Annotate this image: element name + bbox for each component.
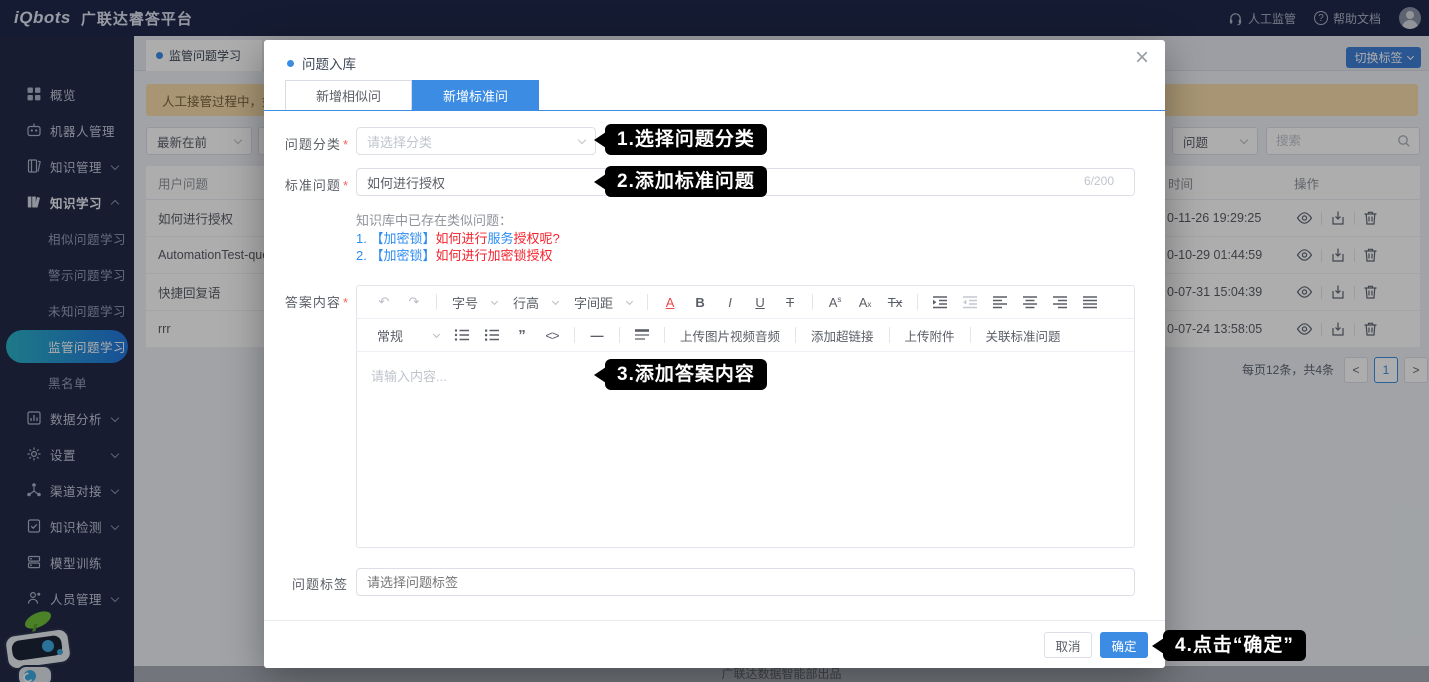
modal-footer-divider <box>264 620 1165 621</box>
indent-decrease-icon[interactable] <box>960 295 980 309</box>
cancel-button[interactable]: 取消 <box>1044 632 1092 658</box>
code-icon[interactable]: <> <box>542 328 562 343</box>
link-standard-question-button[interactable]: 关联标准问题 <box>986 326 1061 345</box>
modal-title: 问题入库 <box>287 53 356 73</box>
horizontal-rule-icon[interactable]: — <box>587 328 607 343</box>
question-tags-label: 问题标签 <box>282 574 348 593</box>
upload-attachment-button[interactable]: 上传附件 <box>905 326 955 345</box>
bullet-list-icon[interactable] <box>452 328 472 342</box>
paragraph-style-icon[interactable] <box>632 329 652 341</box>
answer-content-label: 答案内容* <box>282 292 348 311</box>
callout-step4: 4.点击“确定” <box>1163 630 1306 661</box>
similar-hint-title: 知识库中已存在类似问题： <box>356 212 560 230</box>
similar-question-link[interactable]: 2. 【加密锁】如何进行加密锁授权 <box>356 247 560 265</box>
superscript-button[interactable]: As <box>825 295 845 310</box>
ordered-list-icon[interactable] <box>482 328 502 342</box>
question-tags-input[interactable] <box>356 568 1135 596</box>
app: iQbots 广联达睿答平台 人工监管 ? 帮助文档 概览 机器人管理 知识管理 <box>0 0 1429 682</box>
callout-step3: 3.添加答案内容 <box>605 359 767 390</box>
undo-icon[interactable]: ↶ <box>374 294 394 310</box>
align-right-icon[interactable] <box>1050 295 1070 309</box>
subscript-button[interactable]: Ax <box>855 295 875 310</box>
align-left-icon[interactable] <box>990 295 1010 309</box>
line-height-select[interactable]: 行高 <box>513 293 558 312</box>
tab-underline <box>264 110 1165 111</box>
upload-media-button[interactable]: 上传图片视频音频 <box>680 326 780 345</box>
callout-step2: 2.添加标准问题 <box>605 166 767 197</box>
paragraph-format-select[interactable]: 常规 <box>377 326 439 345</box>
similar-questions-hint: 知识库中已存在类似问题： 1. 【加密锁】如何进行服务授权呢? 2. 【加密锁】… <box>356 212 560 265</box>
clear-format-button[interactable]: Tx <box>885 295 905 310</box>
rich-text-editor: ↶ ↷ 字号 行高 字间距 A B I U T As Ax Tx <box>356 285 1135 548</box>
align-justify-icon[interactable] <box>1080 295 1100 309</box>
underline-button[interactable]: U <box>750 295 770 310</box>
bold-button[interactable]: B <box>690 295 710 310</box>
strikethrough-button[interactable]: T <box>780 295 800 310</box>
editor-placeholder: 请输入内容... <box>371 369 447 384</box>
confirm-button[interactable]: 确定 <box>1100 632 1148 658</box>
editor-toolbar-row2: 常规 ” <> — 上传图片视频音频 添加超链接 上传附件 关联标准问题 <box>357 319 1134 352</box>
chevron-down-icon <box>578 135 586 143</box>
indent-increase-icon[interactable] <box>930 295 950 309</box>
category-label: 问题分类* <box>282 134 348 153</box>
letter-spacing-select[interactable]: 字间距 <box>574 293 632 312</box>
font-size-select[interactable]: 字号 <box>452 293 497 312</box>
redo-icon[interactable]: ↷ <box>404 294 424 310</box>
similar-question-link[interactable]: 1. 【加密锁】如何进行服务授权呢? <box>356 230 560 248</box>
callout-step1: 1.选择问题分类 <box>605 124 767 155</box>
align-center-icon[interactable] <box>1020 295 1040 309</box>
tab-add-similar-question[interactable]: 新增相似问 <box>285 80 412 110</box>
quote-icon[interactable]: ” <box>512 327 532 344</box>
tab-add-standard-question[interactable]: 新增标准问 <box>412 80 539 110</box>
italic-button[interactable]: I <box>720 295 740 310</box>
editor-toolbar-row1: ↶ ↷ 字号 行高 字间距 A B I U T As Ax Tx <box>357 286 1134 319</box>
modal-tabs: 新增相似问 新增标准问 <box>285 80 539 110</box>
add-hyperlink-button[interactable]: 添加超链接 <box>811 326 874 345</box>
title-dot-icon <box>287 60 294 67</box>
font-color-button[interactable]: A <box>660 295 680 310</box>
category-select[interactable]: 请选择分类 <box>356 127 596 155</box>
standard-question-label: 标准问题* <box>282 175 348 194</box>
close-icon[interactable]: × <box>1135 46 1149 70</box>
char-counter: 6/200 <box>1084 174 1114 188</box>
